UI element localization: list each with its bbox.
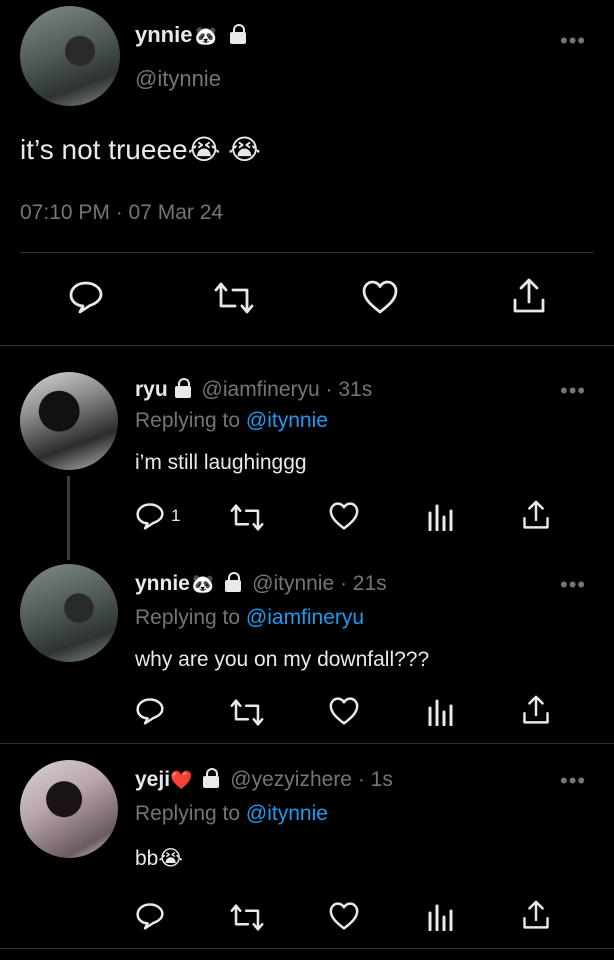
reply-text: i’m still laughinggg <box>135 451 307 474</box>
heart-emoji: ❤️ <box>170 770 193 790</box>
analytics-button[interactable] <box>427 698 453 726</box>
reply-header: ryu @iamfineryu · 31s <box>135 378 372 402</box>
reply-display-name[interactable]: ynnie <box>135 572 190 595</box>
analytics-icon <box>428 504 453 531</box>
share-icon <box>523 500 549 529</box>
reply-text: bb😭 <box>135 847 183 870</box>
main-author-row: ynnie 🐼 <box>135 22 247 48</box>
reply-icon <box>136 503 164 530</box>
replying-to: Replying to @itynnie <box>135 409 328 433</box>
reply-button[interactable] <box>135 902 165 930</box>
like-button[interactable] <box>361 280 399 314</box>
retweet-icon <box>230 699 264 726</box>
thread-line <box>67 476 70 560</box>
reply-header: yeji❤️ @yezyizhere · 1s <box>135 768 393 792</box>
like-icon <box>362 280 398 314</box>
reply-handle-time[interactable]: @iamfineryu · 31s <box>202 378 373 401</box>
reply-handle-time[interactable]: @itynnie · 21s <box>252 572 387 595</box>
reply-handle-time[interactable]: @yezyizhere · 1s <box>230 768 393 791</box>
reply-button[interactable]: 1 <box>135 502 180 530</box>
share-button[interactable] <box>512 278 546 314</box>
replying-to-label: Replying to <box>135 802 241 825</box>
like-icon <box>329 697 359 725</box>
reply-display-name[interactable]: yeji <box>135 768 170 791</box>
like-button[interactable] <box>328 902 360 930</box>
reply-button[interactable] <box>135 697 165 725</box>
share-button[interactable] <box>522 900 550 930</box>
reply-button[interactable] <box>68 280 104 314</box>
replying-to-handle[interactable]: @iamfineryu <box>246 606 364 629</box>
analytics-icon <box>428 699 453 726</box>
analytics-button[interactable] <box>427 503 453 531</box>
main-handle[interactable]: @itynnie <box>135 66 221 92</box>
divider <box>0 948 614 949</box>
panda-emoji: 🐼 <box>194 26 217 46</box>
like-icon <box>329 902 359 930</box>
reply-icon <box>136 698 164 725</box>
retweet-icon <box>230 904 264 931</box>
reply-icon <box>136 903 164 930</box>
retweet-button[interactable] <box>214 282 254 314</box>
main-tweet-text: it’s not trueee😭 😭 <box>20 134 261 165</box>
more-icon[interactable]: ••• <box>560 572 586 598</box>
share-icon <box>523 900 549 929</box>
replying-to: Replying to @itynnie <box>135 802 328 826</box>
retweet-icon <box>230 504 264 531</box>
replying-to-handle[interactable]: @itynnie <box>246 409 328 432</box>
like-icon <box>329 502 359 530</box>
lock-icon <box>174 378 192 398</box>
reply-count: 1 <box>171 506 181 525</box>
lock-icon <box>229 24 247 44</box>
main-display-name[interactable]: ynnie <box>135 22 192 47</box>
share-button[interactable] <box>522 695 550 725</box>
like-button[interactable] <box>328 697 360 725</box>
avatar-main[interactable] <box>20 6 120 106</box>
reply-text: why are you on my downfall??? <box>135 648 430 671</box>
retweet-button[interactable] <box>230 504 264 531</box>
lock-icon <box>224 572 242 592</box>
analytics-icon <box>428 904 453 931</box>
analytics-button[interactable] <box>427 903 453 931</box>
share-icon <box>513 278 545 313</box>
retweet-button[interactable] <box>230 699 264 726</box>
share-button[interactable] <box>522 500 550 530</box>
more-icon[interactable]: ••• <box>560 378 586 404</box>
panda-emoji: 🐼 <box>191 574 215 594</box>
share-icon <box>523 695 549 724</box>
like-button[interactable] <box>328 502 360 530</box>
avatar-ynnie[interactable] <box>20 564 118 662</box>
replying-to-label: Replying to <box>135 409 241 432</box>
more-icon[interactable]: ••• <box>560 28 586 54</box>
more-icon[interactable]: ••• <box>560 768 586 794</box>
avatar-ryu[interactable] <box>20 372 118 470</box>
divider <box>0 743 614 744</box>
reply-header: ynnie 🐼 @itynnie · 21s <box>135 572 387 596</box>
divider <box>0 345 614 346</box>
lock-icon <box>202 768 220 788</box>
replying-to-handle[interactable]: @itynnie <box>246 802 328 825</box>
divider <box>20 252 594 253</box>
reply-display-name[interactable]: ryu <box>135 378 168 401</box>
replying-to-label: Replying to <box>135 606 241 629</box>
replying-to: Replying to @iamfineryu <box>135 606 364 630</box>
reply-icon <box>69 281 103 314</box>
retweet-button[interactable] <box>230 904 264 931</box>
retweet-icon <box>214 282 254 314</box>
avatar-yeji[interactable] <box>20 760 118 858</box>
main-timestamp[interactable]: 07:10 PM · 07 Mar 24 <box>20 201 223 225</box>
